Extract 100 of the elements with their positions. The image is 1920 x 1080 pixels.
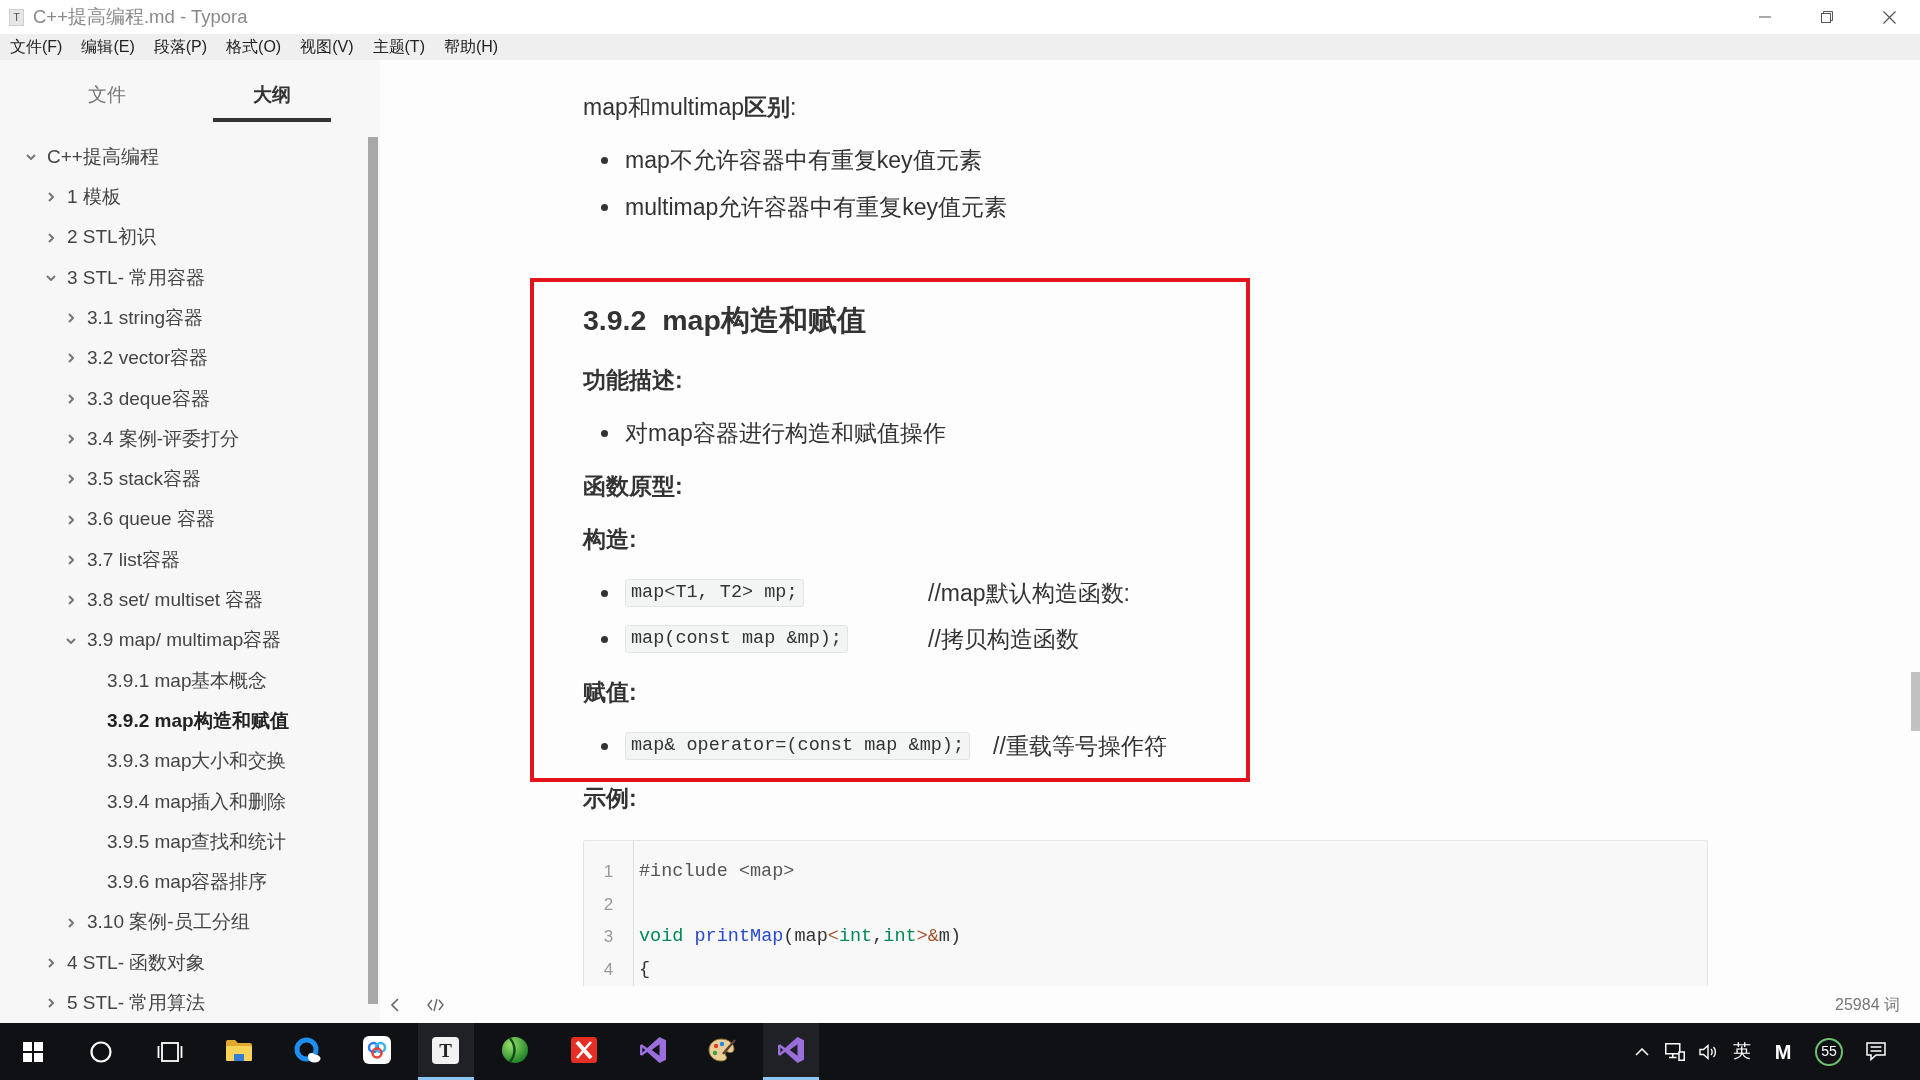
tray-app-letter[interactable]: M xyxy=(1774,1036,1792,1067)
network-icon[interactable] xyxy=(1665,1042,1685,1061)
outline-item[interactable]: 3.9.4 map插入和删除 xyxy=(83,787,287,816)
code-icon[interactable] xyxy=(427,997,444,1012)
app-logo: T xyxy=(9,8,24,26)
windows-logo-icon[interactable] xyxy=(23,1041,43,1062)
outline-item[interactable]: 3.2 vector容器 xyxy=(63,344,209,373)
menu-item[interactable]: 编辑(E) xyxy=(73,35,143,59)
outline-item[interactable]: 5 STL- 常用算法 xyxy=(43,989,206,1018)
taskbar-button[interactable] xyxy=(762,1023,819,1080)
list-item-text: 对map容器进行构造和赋值操作 xyxy=(625,419,946,448)
section-label: 构造: xyxy=(583,525,637,554)
bullet-icon xyxy=(601,156,608,164)
letter-logo[interactable]: T xyxy=(432,1036,459,1064)
scrollbar-thumb[interactable] xyxy=(368,137,378,1004)
chevron-right-icon[interactable] xyxy=(68,313,74,324)
outline-item[interactable]: C++提高编程 xyxy=(23,143,159,171)
task-view-icon[interactable] xyxy=(156,1040,183,1063)
outline-item[interactable]: 3.3 deque容器 xyxy=(63,384,210,413)
cloud-rings-icon[interactable] xyxy=(362,1036,391,1064)
bullet-icon xyxy=(601,429,608,437)
chevron-right-icon[interactable] xyxy=(68,474,74,485)
list-item-text: map不允许容器中有重复key值元素 xyxy=(625,146,982,175)
outline-item[interactable]: 3.6 queue 容器 xyxy=(63,505,215,534)
outline-item[interactable]: 3 STL- 常用容器 xyxy=(43,263,206,292)
chevron-right-icon[interactable] xyxy=(68,434,74,445)
chevron-right-icon[interactable] xyxy=(68,353,74,364)
outline-item[interactable]: 3.9 map/ multimap容器 xyxy=(63,626,282,655)
scrollbar-thumb[interactable] xyxy=(1911,672,1920,731)
outline-item[interactable]: 3.9.5 map查找和统计 xyxy=(83,828,287,857)
chevron-down-icon[interactable] xyxy=(66,637,76,644)
code-line: { xyxy=(639,957,651,982)
menu-item[interactable]: 主题(T) xyxy=(364,35,433,59)
ring-cloud-icon[interactable] xyxy=(294,1037,321,1063)
outline-item[interactable]: 3.5 stack容器 xyxy=(63,465,202,494)
line-number: 1 xyxy=(603,861,614,883)
bullet-icon xyxy=(601,635,608,643)
chevron-right-icon[interactable] xyxy=(68,514,74,525)
folder-icon[interactable] xyxy=(224,1038,253,1062)
section-label: 赋值: xyxy=(583,678,637,707)
menu-item[interactable]: 视图(V) xyxy=(292,35,362,59)
tray-counter[interactable]: 55 xyxy=(1815,1037,1843,1066)
outline-item[interactable]: 3.4 案例-评委打分 xyxy=(63,425,240,454)
restore-icon[interactable] xyxy=(1821,11,1833,23)
list-item-text: multimap允许容器中有重复key值元素 xyxy=(625,193,1008,222)
outline-item[interactable]: 4 STL- 函数对象 xyxy=(43,948,206,977)
chevron-down-icon[interactable] xyxy=(46,274,56,281)
notifications-icon[interactable] xyxy=(1866,1042,1886,1061)
menu-item[interactable]: 段落(P) xyxy=(145,35,216,59)
section-label: 功能描述: xyxy=(583,366,683,395)
chevron-up-icon[interactable] xyxy=(1635,1047,1649,1056)
bullet-icon xyxy=(601,742,608,750)
outline-item[interactable]: 3.8 set/ multiset 容器 xyxy=(63,586,264,615)
ribbon-logo-icon[interactable] xyxy=(777,1037,804,1063)
input-method-indicator[interactable]: 英 xyxy=(1733,1038,1751,1065)
menu-item[interactable]: 格式(O) xyxy=(218,35,290,59)
chevron-right-icon[interactable] xyxy=(68,393,74,404)
chevron-right-icon[interactable] xyxy=(68,595,74,606)
chevron-right-icon[interactable] xyxy=(48,957,54,968)
chevron-right-icon[interactable] xyxy=(48,232,54,243)
paragraph: map和multimap区别: xyxy=(583,93,797,122)
inline-code: map& operator=(const map &mp); xyxy=(625,732,971,760)
bullet-icon xyxy=(601,203,608,211)
search-icon[interactable] xyxy=(89,1040,112,1063)
x-tile-icon[interactable] xyxy=(570,1037,597,1063)
close-icon[interactable] xyxy=(1882,10,1896,24)
inline-code: map(const map &mp); xyxy=(625,625,848,653)
outline-item[interactable]: 3.9.6 map容器排序 xyxy=(83,868,268,897)
menu-item[interactable]: 文件(F) xyxy=(2,35,71,59)
chevron-down-icon[interactable] xyxy=(26,154,36,160)
section-label: 示例: xyxy=(583,784,637,813)
chevron-left-icon[interactable] xyxy=(391,997,399,1012)
inline-code: map<T1, T2> mp; xyxy=(625,579,804,607)
chevron-right-icon[interactable] xyxy=(68,554,74,565)
outline-item[interactable]: 3.9.3 map大小和交换 xyxy=(83,747,287,776)
window-title: C++提高编程.md - Typora xyxy=(33,5,248,30)
word-count: 25984 词 xyxy=(1835,994,1900,1015)
palette-icon[interactable] xyxy=(707,1037,736,1063)
chevron-right-icon[interactable] xyxy=(48,998,54,1009)
chevron-right-icon[interactable] xyxy=(68,917,74,928)
taskbar-button[interactable]: T xyxy=(417,1023,474,1080)
sidebar-tab[interactable]: 文件 xyxy=(48,72,166,122)
outline-item[interactable]: 3.9.1 map基本概念 xyxy=(83,666,268,695)
outline-item[interactable]: 2 STL初识 xyxy=(43,223,156,252)
menu-item[interactable]: 帮助(H) xyxy=(435,35,507,59)
ribbon-logo-icon[interactable] xyxy=(639,1037,666,1063)
speaker-icon[interactable] xyxy=(1699,1043,1717,1060)
outline-item[interactable]: 1 模板 xyxy=(43,183,121,212)
code-comment: //重载等号操作符 xyxy=(993,732,1167,761)
sidebar-tab[interactable]: 大纲 xyxy=(213,72,331,122)
sphere-icon[interactable] xyxy=(500,1036,529,1064)
section-heading: 3.9.2 map构造和赋值 xyxy=(583,303,866,338)
outline-item[interactable]: 3.10 案例-员工分组 xyxy=(63,908,250,937)
outline-item[interactable]: 3.9.2 map构造和赋值 xyxy=(83,707,289,736)
chevron-right-icon[interactable] xyxy=(48,192,54,203)
outline-item[interactable]: 3.1 string容器 xyxy=(63,304,204,333)
bullet-icon xyxy=(601,589,608,597)
code-comment: //map默认构造函数: xyxy=(928,579,1130,608)
outline-item[interactable]: 3.7 list容器 xyxy=(63,545,180,574)
line-number: 2 xyxy=(603,893,614,916)
